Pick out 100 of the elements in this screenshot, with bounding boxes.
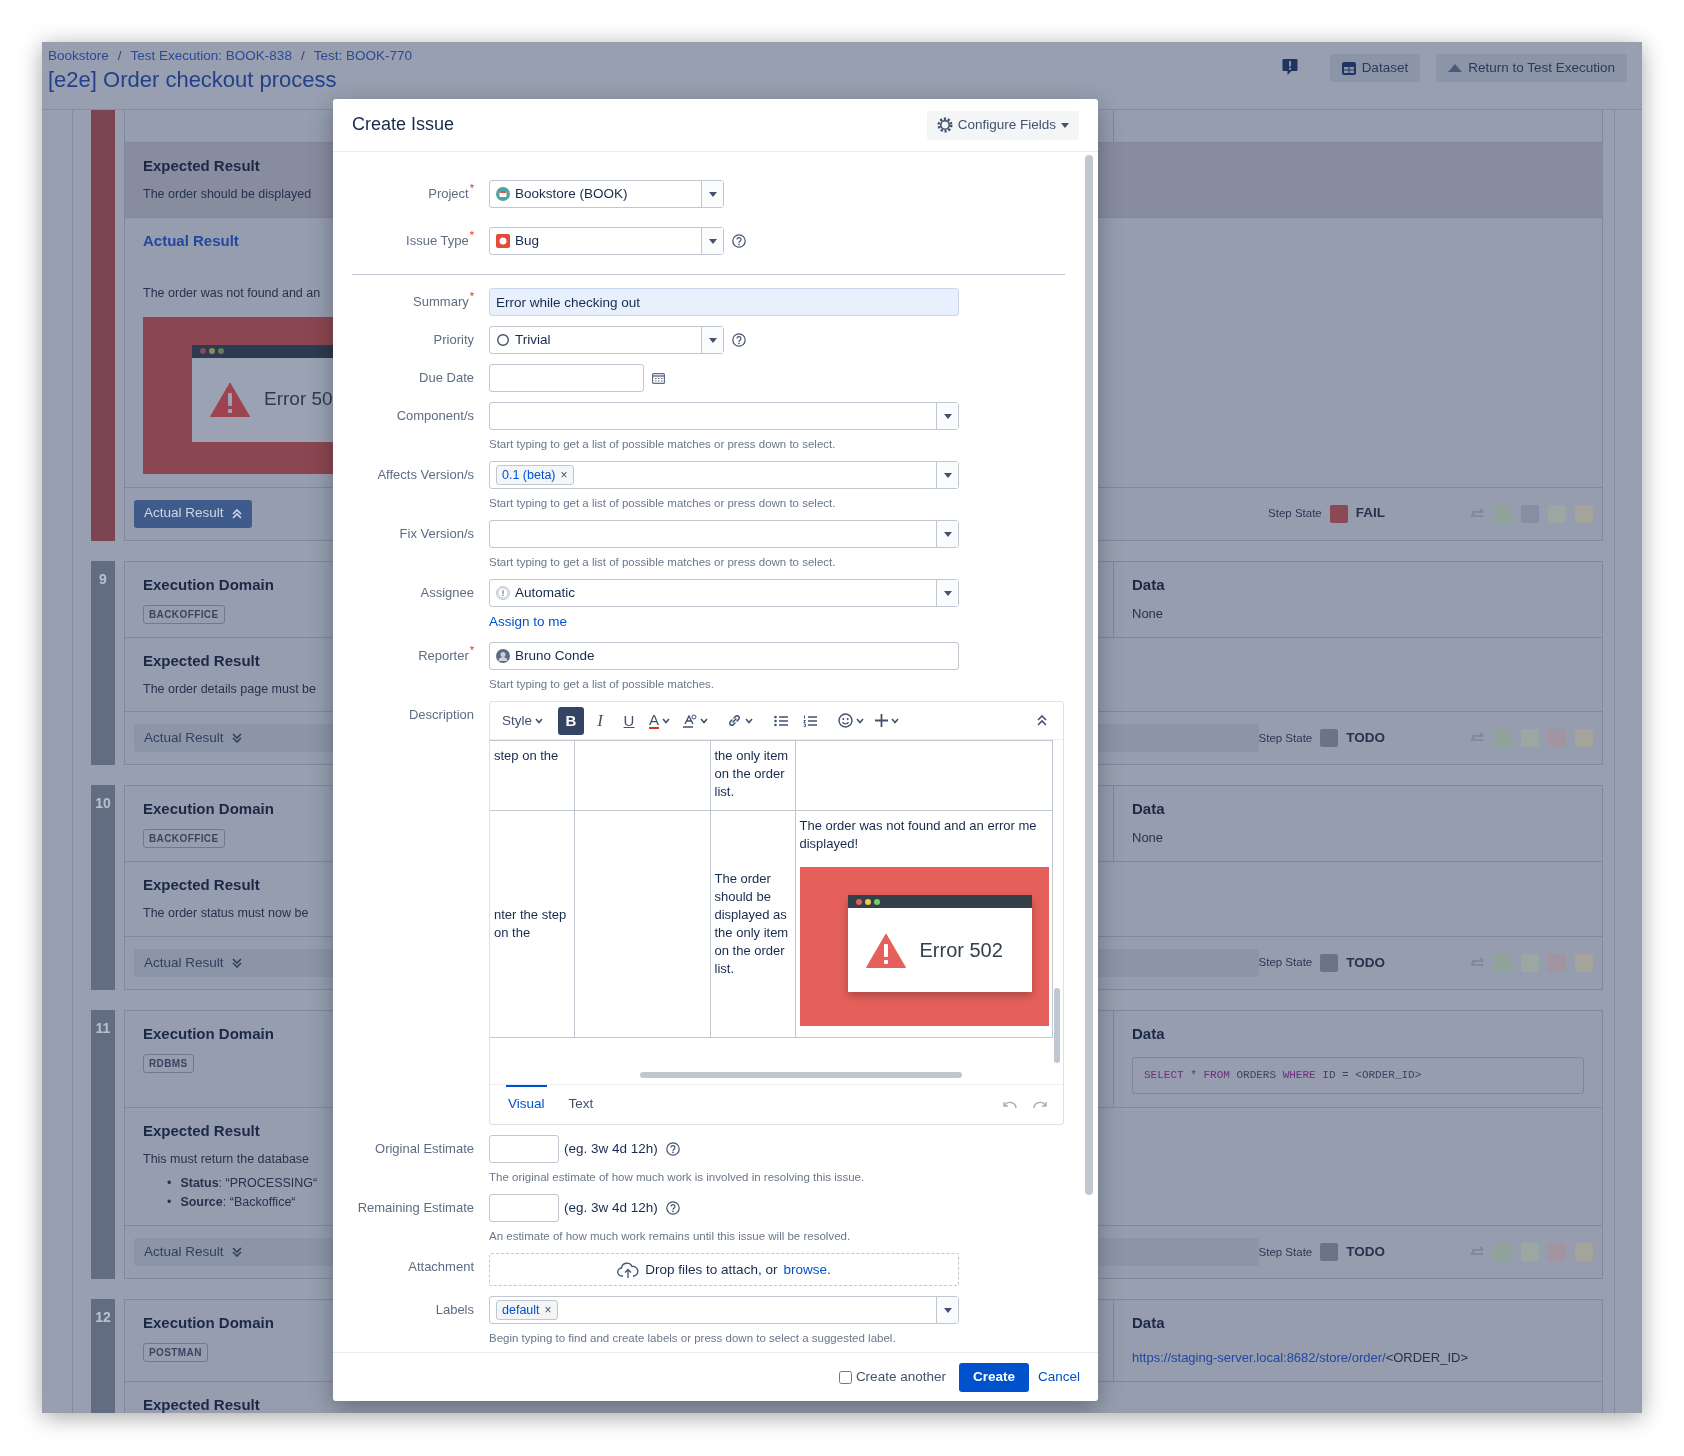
chevron-down-icon[interactable]: [535, 717, 543, 724]
editor-mode-tab[interactable]: Text: [566, 1085, 596, 1115]
estimate-field[interactable]: [489, 1194, 559, 1223]
actual-result-heading: Actual Result: [143, 231, 239, 250]
numbered-list-icon[interactable]: [803, 714, 818, 727]
date-field[interactable]: [489, 364, 644, 392]
redo-icon[interactable]: [1033, 1101, 1047, 1111]
domain-badge: POSTMAN: [143, 1343, 208, 1363]
chevron-down-icon[interactable]: [745, 717, 754, 724]
field-label: Original Estimate: [375, 1141, 474, 1157]
user-field[interactable]: Bruno Conde: [489, 642, 959, 671]
project-avatar-icon: [496, 187, 510, 201]
double-chevron-up-icon: [231, 508, 242, 519]
help-icon[interactable]: [732, 234, 746, 248]
cancel-link[interactable]: Cancel: [1037, 1366, 1080, 1388]
actual-result-text: The order was not found and an: [143, 284, 321, 302]
required-mark: *: [469, 229, 474, 241]
bold-button[interactable]: B: [558, 706, 584, 735]
user-picker-field[interactable]: Automatic: [489, 579, 959, 607]
section-heading: Expected Result: [143, 651, 260, 670]
actual-result-button[interactable]: Actual Result: [134, 499, 252, 528]
select-field[interactable]: Trivial: [489, 326, 724, 354]
attachment-dropzone[interactable]: Drop files to attach, or browse.: [489, 1253, 959, 1287]
chevron-down-icon[interactable]: [856, 717, 865, 724]
chevron-down-icon[interactable]: [891, 717, 900, 724]
expected-result-text: The order status must now be: [143, 905, 309, 923]
format-example-text: (eg. 3w 4d 12h): [564, 1199, 658, 1218]
configure-fields-button[interactable]: Configure Fields: [926, 110, 1079, 140]
collapse-icon[interactable]: [1037, 715, 1047, 727]
feedback-icon[interactable]: [1281, 58, 1298, 76]
multi-select-field[interactable]: default ×: [489, 1296, 959, 1325]
step-state-text: FAIL: [1355, 504, 1385, 523]
step-number-bar: 10: [91, 785, 115, 990]
caret-icon[interactable]: [708, 238, 717, 244]
caret-icon[interactable]: [943, 590, 952, 596]
underline-button[interactable]: U: [616, 706, 642, 735]
field-hint: Start typing to get a list of possible matches or press down to select.: [489, 555, 837, 569]
caret-icon[interactable]: [708, 337, 717, 343]
text-color-button[interactable]: A: [645, 706, 675, 735]
field-label: Component/s: [396, 408, 474, 423]
horizontal-scrollbar[interactable]: [640, 1072, 962, 1079]
section-heading: Data: [1132, 575, 1165, 594]
format-example-text: (eg. 3w 4d 12h): [564, 1140, 658, 1159]
field-hint: Start typing to get a list of possible matches.: [489, 677, 715, 692]
italic-button[interactable]: I: [587, 706, 613, 735]
caret-icon[interactable]: [943, 531, 952, 537]
chevron-down-icon[interactable]: [662, 717, 671, 724]
chevron-down-icon[interactable]: [700, 717, 709, 724]
help-icon[interactable]: [665, 1201, 680, 1216]
help-icon[interactable]: [732, 333, 746, 347]
help-icon[interactable]: [665, 1142, 680, 1157]
section-heading: Data: [1132, 1314, 1165, 1333]
window-dots-icon: [855, 898, 882, 905]
editor-mode-tab[interactable]: Visual: [506, 1085, 547, 1115]
caret-icon[interactable]: [943, 1307, 952, 1313]
caret-icon[interactable]: [708, 191, 717, 197]
table-cell: step on the: [490, 740, 574, 811]
bullet-list-icon[interactable]: [774, 714, 789, 727]
clear-format-icon[interactable]: [681, 713, 698, 728]
estimate-field[interactable]: [489, 1135, 559, 1164]
return-button[interactable]: Return to Test Execution: [1436, 54, 1627, 82]
select-field[interactable]: Bug: [489, 227, 724, 255]
browse-link[interactable]: browse.: [783, 1259, 831, 1280]
step-number-bar: 12: [91, 1299, 115, 1413]
multi-select-field[interactable]: [489, 520, 959, 548]
bullet-marker: •: [167, 1194, 172, 1212]
create-button[interactable]: Create: [958, 1362, 1029, 1392]
step-state-label: Step State: [1258, 1244, 1313, 1260]
field-hint: Begin typing to find and create labels or press down to select a suggested label.: [489, 1331, 897, 1346]
multi-select-field[interactable]: [489, 402, 959, 430]
vertical-scrollbar[interactable]: [1085, 155, 1093, 1195]
vertical-scrollbar[interactable]: [1054, 988, 1060, 1064]
step-number-bar: 9: [91, 560, 115, 766]
smiley-icon[interactable]: [838, 713, 854, 729]
link-icon[interactable]: [727, 713, 743, 729]
breadcrumb-separator: /: [300, 47, 305, 65]
page-title: [e2e] Order checkout process: [48, 67, 338, 94]
swap-arrows-icon[interactable]: [1469, 507, 1485, 520]
domain-badge: BACKOFFICE: [143, 604, 225, 624]
step-state-label: Step State: [1268, 505, 1322, 521]
dataset-button[interactable]: Dataset: [1329, 54, 1421, 82]
step-state-text: TODO: [1346, 953, 1385, 972]
swap-arrows-icon[interactable]: [1469, 957, 1485, 969]
caret-icon[interactable]: [1061, 122, 1069, 128]
caret-icon[interactable]: [943, 413, 952, 419]
remove-tag-button[interactable]: ×: [544, 1301, 552, 1320]
warning-icon: [865, 932, 906, 968]
field-label: Fix Version/s: [399, 526, 474, 541]
double-chevron-down-icon: [231, 1247, 242, 1258]
undo-icon[interactable]: [1003, 1101, 1017, 1111]
select-field[interactable]: Bookstore (BOOK): [489, 180, 724, 208]
style-dropdown[interactable]: Style: [498, 706, 547, 735]
calendar-icon[interactable]: [652, 372, 665, 384]
text-field[interactable]: Error while checking out: [489, 288, 959, 316]
multi-select-field[interactable]: 0.1 (beta) ×: [489, 461, 959, 489]
remove-tag-button[interactable]: ×: [560, 466, 568, 484]
plus-icon[interactable]: [875, 714, 889, 728]
assign-to-me-link[interactable]: Assign to me: [489, 613, 568, 630]
caret-icon[interactable]: [943, 472, 952, 478]
create-another-checkbox[interactable]: [838, 1370, 852, 1384]
